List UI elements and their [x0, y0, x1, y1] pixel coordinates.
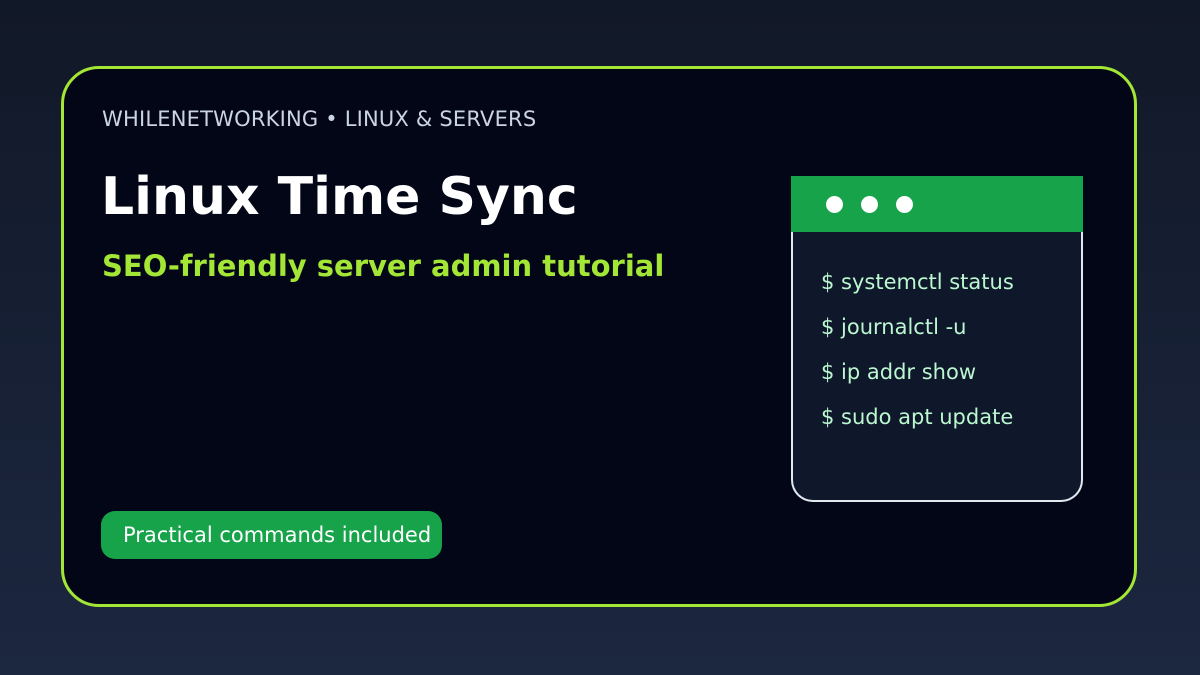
title-card: WHILENETWORKING • LINUX & SERVERS Linux … — [61, 66, 1137, 607]
feature-badge: Practical commands included — [101, 511, 443, 559]
page-title: Linux Time Sync — [101, 167, 578, 227]
terminal-command-line: $ sudo apt update — [821, 405, 1014, 429]
terminal-command-line: $ journalctl -u — [821, 315, 967, 339]
window-dot-icon — [861, 196, 878, 213]
terminal-output: $ systemctl status $ journalctl -u $ ip … — [821, 260, 1014, 440]
eyebrow-text: WHILENETWORKING • LINUX & SERVERS — [102, 107, 537, 131]
window-dot-icon — [896, 196, 913, 213]
terminal-window: $ systemctl status $ journalctl -u $ ip … — [791, 176, 1083, 502]
terminal-title-bar — [791, 176, 1083, 232]
window-dot-icon — [826, 196, 843, 213]
terminal-command-line: $ systemctl status — [821, 270, 1014, 294]
terminal-command-line: $ ip addr show — [821, 360, 976, 384]
subtitle: SEO-friendly server admin tutorial — [102, 249, 665, 283]
